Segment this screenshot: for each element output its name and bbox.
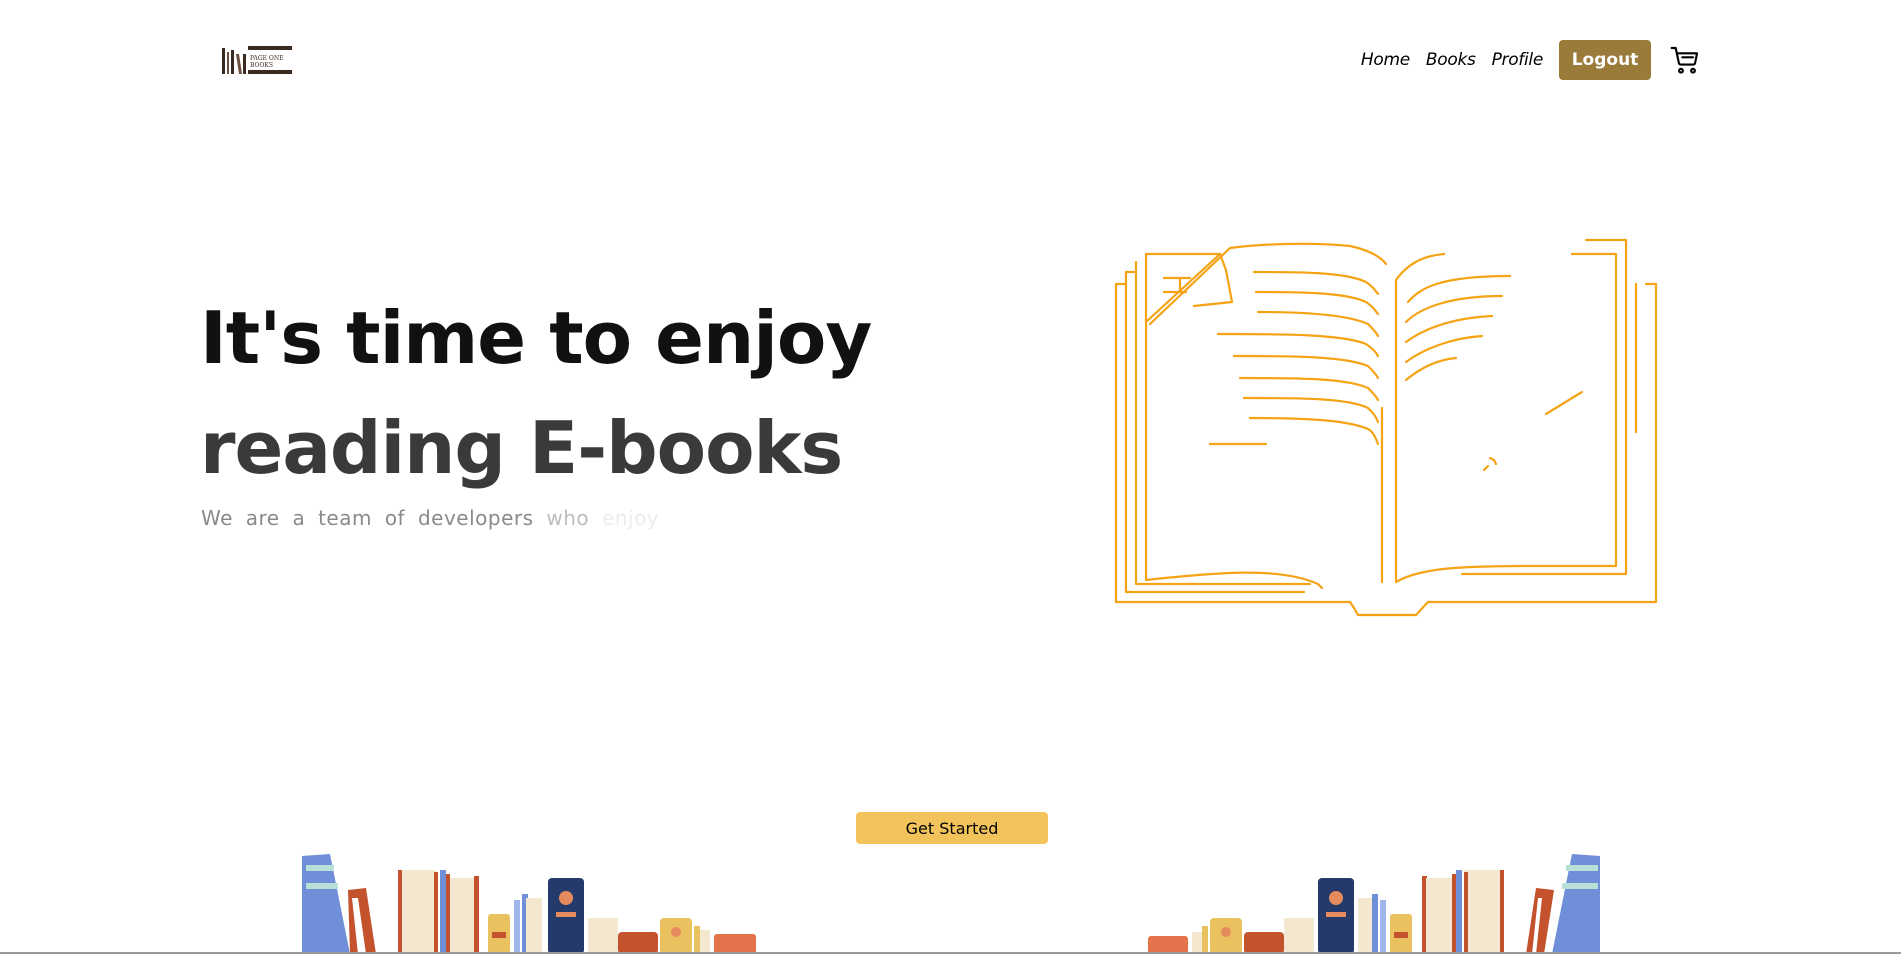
hero-subtitle-fade-end: enjoy [602,506,660,530]
svg-text:PAGE ONE: PAGE ONE [250,55,283,62]
cart-icon[interactable] [1669,44,1701,76]
open-book-illustration [1110,232,1670,622]
bookshelf-illustration-left [300,848,760,954]
nav-profile-link[interactable]: Profile [1492,50,1544,70]
logout-button[interactable]: Logout [1559,40,1651,80]
main-nav: Home Books Profile Logout [1361,40,1701,80]
nav-books-link[interactable]: Books [1426,50,1476,70]
hero-subtitle: We are a team of developers who enjoy [201,506,659,530]
bookshelf-illustration-right [1146,848,1602,954]
hero-title-line1: It's time to enjoy [200,296,872,380]
hero-title-line2: reading E-books [200,406,843,490]
hero-subtitle-fade: who [546,506,603,530]
site-logo[interactable]: PAGE ONE BOOKS [220,44,296,76]
get-started-button[interactable]: Get Started [856,812,1048,844]
svg-text:BOOKS: BOOKS [250,62,273,69]
nav-home-link[interactable]: Home [1361,50,1410,70]
hero-subtitle-text: We are a team of developers [201,506,547,530]
